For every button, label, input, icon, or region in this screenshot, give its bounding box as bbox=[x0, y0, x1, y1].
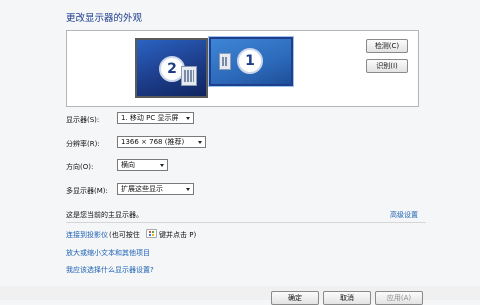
connect-projector-link[interactable]: 连接到投影仪 bbox=[66, 230, 108, 240]
monitor-arrangement-panel: 2 1 检测(C) 识别(I) bbox=[66, 30, 419, 107]
monitor-number-badge: 1 bbox=[237, 48, 263, 74]
detect-button[interactable]: 检测(C) bbox=[366, 39, 408, 53]
divider bbox=[66, 222, 426, 223]
chevron-down-icon bbox=[186, 188, 190, 191]
display-thumbnail-icon bbox=[219, 53, 231, 70]
orientation-label: 方向(O): bbox=[66, 163, 94, 171]
monitor-2[interactable]: 2 bbox=[135, 38, 208, 98]
display-settings-help-link[interactable]: 我应该选择什么显示器设置? bbox=[66, 265, 154, 275]
advanced-settings-link[interactable]: 高级设置 bbox=[390, 210, 418, 220]
page-title: 更改显示器的外观 bbox=[66, 13, 143, 24]
text-size-link[interactable]: 放大或缩小文本和其他项目 bbox=[66, 248, 150, 258]
resolution-select-value: 1366 × 768 (推荐) bbox=[121, 138, 185, 146]
main-display-status: 这是您当前的主显示器。 bbox=[66, 211, 143, 219]
chevron-down-icon bbox=[160, 164, 164, 167]
monitor-1[interactable]: 1 bbox=[209, 37, 293, 86]
orientation-select[interactable]: 横向 bbox=[117, 159, 168, 171]
chevron-down-icon bbox=[198, 141, 202, 144]
projector-hint-suffix: 键并点击 P) bbox=[159, 231, 197, 239]
apply-button[interactable]: 应用(A) bbox=[375, 291, 423, 305]
display-thumbnail-icon bbox=[181, 66, 197, 86]
display-select-value: 1. 移动 PC 显示屏 bbox=[121, 114, 179, 122]
identify-button[interactable]: 识别(I) bbox=[366, 59, 408, 73]
display-label: 显示器(S): bbox=[66, 116, 100, 124]
resolution-select[interactable]: 1366 × 768 (推荐) bbox=[117, 136, 206, 148]
chevron-down-icon bbox=[186, 117, 190, 120]
resolution-label: 分辨率(R): bbox=[66, 140, 100, 148]
ok-button[interactable]: 确定 bbox=[271, 291, 319, 305]
display-select[interactable]: 1. 移动 PC 显示屏 bbox=[117, 112, 194, 124]
multiple-displays-select-value: 扩展这些显示 bbox=[121, 185, 163, 193]
windows-key-icon bbox=[146, 229, 157, 238]
projector-hint: (也可按住 bbox=[109, 231, 140, 239]
cancel-button[interactable]: 取消 bbox=[323, 291, 371, 305]
multiple-displays-label: 多显示器(M): bbox=[66, 187, 108, 195]
multiple-displays-select[interactable]: 扩展这些显示 bbox=[117, 183, 194, 195]
orientation-select-value: 横向 bbox=[121, 161, 135, 169]
